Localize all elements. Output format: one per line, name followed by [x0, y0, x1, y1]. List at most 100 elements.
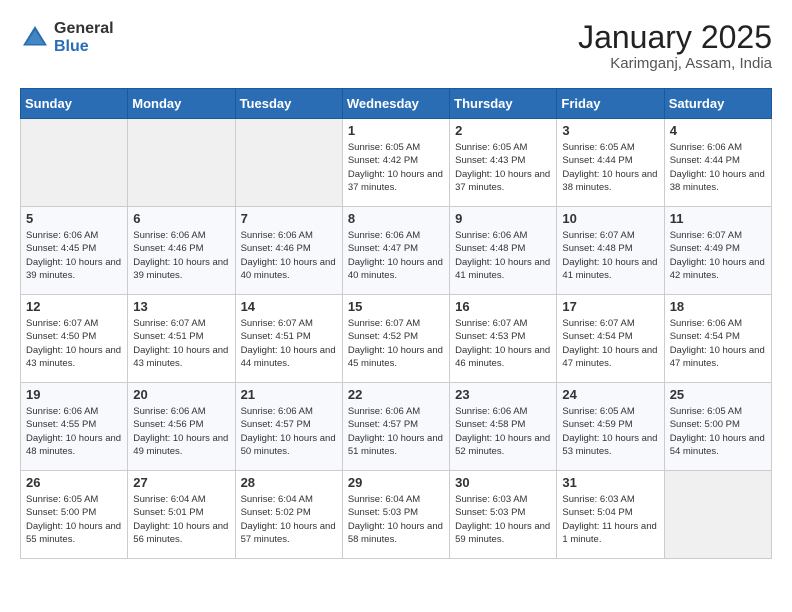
calendar-cell: 15Sunrise: 6:07 AM Sunset: 4:52 PM Dayli…: [342, 295, 449, 383]
day-info: Sunrise: 6:05 AM Sunset: 4:44 PM Dayligh…: [562, 141, 658, 194]
day-info: Sunrise: 6:07 AM Sunset: 4:51 PM Dayligh…: [133, 317, 229, 370]
day-info: Sunrise: 6:06 AM Sunset: 4:48 PM Dayligh…: [455, 229, 551, 282]
day-info: Sunrise: 6:06 AM Sunset: 4:57 PM Dayligh…: [241, 405, 337, 458]
calendar-cell: 12Sunrise: 6:07 AM Sunset: 4:50 PM Dayli…: [21, 295, 128, 383]
header-tuesday: Tuesday: [235, 89, 342, 119]
day-info: Sunrise: 6:07 AM Sunset: 4:48 PM Dayligh…: [562, 229, 658, 282]
calendar-cell: 1 Sunrise: 6:05 AM Sunset: 4:42 PM Daylig…: [342, 119, 449, 207]
day-info: Sunrise: 6:06 AM Sunset: 4:55 PM Dayligh…: [26, 405, 122, 458]
calendar-cell: 31 Sunrise: 6:03 AM Sunset: 5:04 PM Dayli…: [557, 471, 664, 559]
calendar-cell: 28Sunrise: 6:04 AM Sunset: 5:02 PM Dayli…: [235, 471, 342, 559]
calendar-cell: 11Sunrise: 6:07 AM Sunset: 4:49 PM Dayli…: [664, 207, 771, 295]
day-info: Sunrise: 6:05 AM Sunset: 4:42 PM Dayligh…: [348, 141, 444, 194]
day-info: Sunrise: 6:06 AM Sunset: 4:45 PM Dayligh…: [26, 229, 122, 282]
calendar-cell: [664, 471, 771, 559]
calendar-cell: 7 Sunrise: 6:06 AM Sunset: 4:46 PM Daylig…: [235, 207, 342, 295]
header-wednesday: Wednesday: [342, 89, 449, 119]
week-row-5: 26 Sunrise: 6:05 AM Sunset: 5:00 PM Dayli…: [21, 471, 772, 559]
day-number: 24: [562, 387, 658, 402]
page-header: General Blue January 2025 Karimganj, Ass…: [20, 20, 772, 72]
day-number: 4: [670, 123, 766, 138]
day-number: 30: [455, 475, 551, 490]
day-number: 26: [26, 475, 122, 490]
calendar-cell: 23 Sunrise: 6:06 AM Sunset: 4:58 PM Dayli…: [450, 383, 557, 471]
calendar-header: SundayMondayTuesdayWednesdayThursdayFrid…: [21, 89, 772, 119]
day-number: 25: [670, 387, 766, 402]
calendar-cell: 30 Sunrise: 6:03 AM Sunset: 5:03 PM Dayli…: [450, 471, 557, 559]
calendar-cell: 20Sunrise: 6:06 AM Sunset: 4:56 PM Dayli…: [128, 383, 235, 471]
day-info: Sunrise: 6:07 AM Sunset: 4:51 PM Dayligh…: [241, 317, 337, 370]
calendar-cell: 14 Sunrise: 6:07 AM Sunset: 4:51 PM Dayli…: [235, 295, 342, 383]
day-info: Sunrise: 6:05 AM Sunset: 4:43 PM Dayligh…: [455, 141, 551, 194]
day-number: 6: [133, 211, 229, 226]
header-saturday: Saturday: [664, 89, 771, 119]
calendar-cell: 2 Sunrise: 6:05 AM Sunset: 4:43 PM Daylig…: [450, 119, 557, 207]
day-number: 3: [562, 123, 658, 138]
day-number: 1: [348, 123, 444, 138]
calendar-cell: 21 Sunrise: 6:06 AM Sunset: 4:57 PM Dayli…: [235, 383, 342, 471]
calendar-cell: 9 Sunrise: 6:06 AM Sunset: 4:48 PM Daylig…: [450, 207, 557, 295]
day-number: 21: [241, 387, 337, 402]
calendar-body: 1 Sunrise: 6:05 AM Sunset: 4:42 PM Daylig…: [21, 119, 772, 559]
calendar-cell: 10 Sunrise: 6:07 AM Sunset: 4:48 PM Dayli…: [557, 207, 664, 295]
calendar-cell: 18 Sunrise: 6:06 AM Sunset: 4:54 PM Dayli…: [664, 295, 771, 383]
calendar-cell: 17Sunrise: 6:07 AM Sunset: 4:54 PM Dayli…: [557, 295, 664, 383]
day-info: Sunrise: 6:07 AM Sunset: 4:50 PM Dayligh…: [26, 317, 122, 370]
day-number: 2: [455, 123, 551, 138]
calendar-cell: 22 Sunrise: 6:06 AM Sunset: 4:57 PM Dayli…: [342, 383, 449, 471]
day-info: Sunrise: 6:07 AM Sunset: 4:54 PM Dayligh…: [562, 317, 658, 370]
calendar-cell: 5 Sunrise: 6:06 AM Sunset: 4:45 PM Daylig…: [21, 207, 128, 295]
calendar-cell: 16Sunrise: 6:07 AM Sunset: 4:53 PM Dayli…: [450, 295, 557, 383]
day-info: Sunrise: 6:04 AM Sunset: 5:01 PM Dayligh…: [133, 493, 229, 546]
day-number: 29: [348, 475, 444, 490]
day-number: 7: [241, 211, 337, 226]
logo-blue-text: Blue: [54, 38, 114, 56]
day-info: Sunrise: 6:05 AM Sunset: 4:59 PM Dayligh…: [562, 405, 658, 458]
calendar-cell: 29Sunrise: 6:04 AM Sunset: 5:03 PM Dayli…: [342, 471, 449, 559]
logo-text: General Blue: [54, 20, 114, 55]
day-number: 22: [348, 387, 444, 402]
day-info: Sunrise: 6:03 AM Sunset: 5:03 PM Dayligh…: [455, 493, 551, 546]
day-number: 31: [562, 475, 658, 490]
day-number: 15: [348, 299, 444, 314]
calendar-cell: 4 Sunrise: 6:06 AM Sunset: 4:44 PM Daylig…: [664, 119, 771, 207]
day-number: 8: [348, 211, 444, 226]
week-row-3: 12Sunrise: 6:07 AM Sunset: 4:50 PM Dayli…: [21, 295, 772, 383]
day-info: Sunrise: 6:06 AM Sunset: 4:58 PM Dayligh…: [455, 405, 551, 458]
header-thursday: Thursday: [450, 89, 557, 119]
week-row-2: 5 Sunrise: 6:06 AM Sunset: 4:45 PM Daylig…: [21, 207, 772, 295]
day-info: Sunrise: 6:06 AM Sunset: 4:46 PM Dayligh…: [241, 229, 337, 282]
day-info: Sunrise: 6:05 AM Sunset: 5:00 PM Dayligh…: [26, 493, 122, 546]
day-info: Sunrise: 6:04 AM Sunset: 5:02 PM Dayligh…: [241, 493, 337, 546]
day-info: Sunrise: 6:06 AM Sunset: 4:57 PM Dayligh…: [348, 405, 444, 458]
calendar-cell: 24 Sunrise: 6:05 AM Sunset: 4:59 PM Dayli…: [557, 383, 664, 471]
calendar-cell: 8 Sunrise: 6:06 AM Sunset: 4:47 PM Daylig…: [342, 207, 449, 295]
logo: General Blue: [20, 20, 114, 55]
day-info: Sunrise: 6:05 AM Sunset: 5:00 PM Dayligh…: [670, 405, 766, 458]
calendar-cell: [128, 119, 235, 207]
week-row-1: 1 Sunrise: 6:05 AM Sunset: 4:42 PM Daylig…: [21, 119, 772, 207]
calendar-cell: 19 Sunrise: 6:06 AM Sunset: 4:55 PM Dayli…: [21, 383, 128, 471]
calendar-cell: [21, 119, 128, 207]
day-info: Sunrise: 6:03 AM Sunset: 5:04 PM Dayligh…: [562, 493, 658, 546]
day-number: 10: [562, 211, 658, 226]
day-number: 9: [455, 211, 551, 226]
day-number: 14: [241, 299, 337, 314]
calendar-cell: 13Sunrise: 6:07 AM Sunset: 4:51 PM Dayli…: [128, 295, 235, 383]
day-info: Sunrise: 6:06 AM Sunset: 4:44 PM Dayligh…: [670, 141, 766, 194]
day-number: 5: [26, 211, 122, 226]
day-number: 18: [670, 299, 766, 314]
calendar-table: SundayMondayTuesdayWednesdayThursdayFrid…: [20, 88, 772, 559]
day-number: 16: [455, 299, 551, 314]
calendar-cell: [235, 119, 342, 207]
calendar-cell: 25 Sunrise: 6:05 AM Sunset: 5:00 PM Dayli…: [664, 383, 771, 471]
header-monday: Monday: [128, 89, 235, 119]
calendar-cell: 6Sunrise: 6:06 AM Sunset: 4:46 PM Daylig…: [128, 207, 235, 295]
location-text: Karimganj, Assam, India: [578, 55, 772, 72]
day-info: Sunrise: 6:06 AM Sunset: 4:54 PM Dayligh…: [670, 317, 766, 370]
day-info: Sunrise: 6:06 AM Sunset: 4:56 PM Dayligh…: [133, 405, 229, 458]
title-section: January 2025 Karimganj, Assam, India: [578, 20, 772, 72]
day-number: 19: [26, 387, 122, 402]
day-info: Sunrise: 6:06 AM Sunset: 4:47 PM Dayligh…: [348, 229, 444, 282]
day-number: 23: [455, 387, 551, 402]
